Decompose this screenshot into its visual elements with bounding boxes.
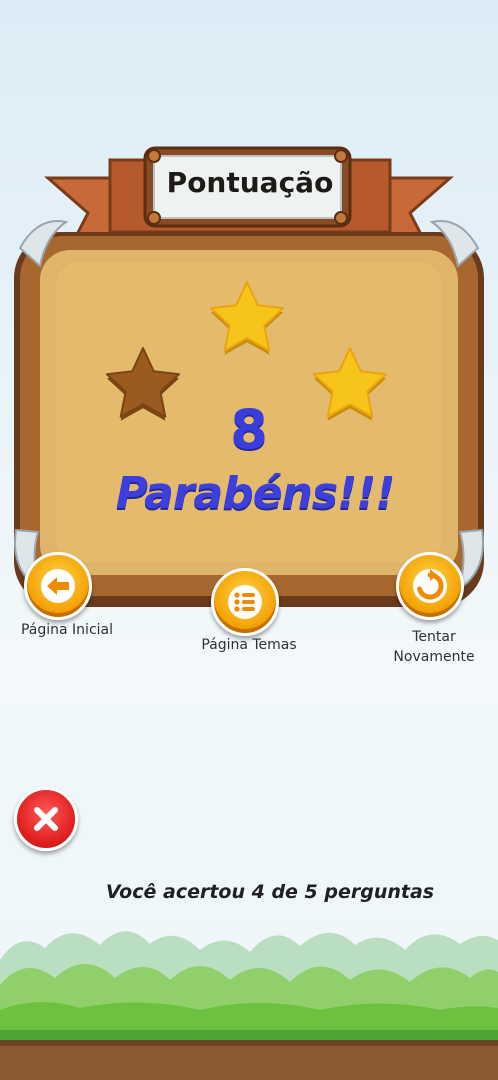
list-icon [228,585,262,619]
refresh-icon [413,569,447,603]
retry-label-line2: Novamente [393,649,475,665]
result-summary: Você acertou 4 de 5 perguntas [105,881,435,903]
retry-label-line1: Tentar [412,629,456,645]
congrats-message: Parabéns!!! [115,468,396,519]
score-value: 8 [230,398,268,461]
score-panel [14,146,484,607]
retry-button-label[interactable]: Tentar Novamente [364,627,498,667]
close-icon [34,807,58,831]
home-button[interactable] [24,552,92,620]
arrow-left-icon [41,569,75,603]
page-title: Pontuação [166,166,334,199]
ground-scenery [0,931,498,1080]
close-button[interactable] [14,787,78,851]
themes-button-label[interactable]: Página Temas [182,635,316,655]
retry-button[interactable] [396,552,464,620]
home-button-label[interactable]: Página Inicial [0,620,134,640]
score-screen: Pontuação 8 Parabéns!!! Página Inicial P… [0,0,498,1080]
themes-button[interactable] [211,568,279,636]
